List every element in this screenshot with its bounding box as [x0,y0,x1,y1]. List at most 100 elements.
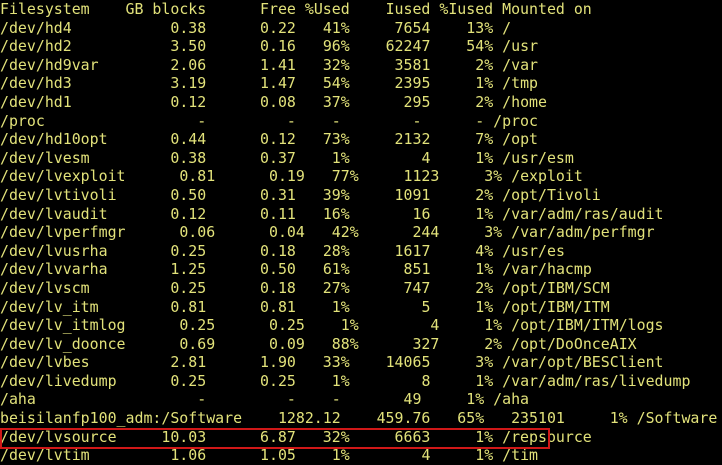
filesystem-cell: /dev/hd1 [0,92,72,111]
filesystem-cell: /dev/lvsource [0,427,117,446]
gb-blocks-cell: - [197,111,207,130]
free-cell: - [286,390,296,409]
filesystem-cell: /dev/lvscm [0,278,90,297]
gb-blocks-cell: 3.50 [170,37,207,56]
free-header: Free [260,0,296,18]
pct-used-cell: 41% [322,18,350,37]
filesystem-cell: /dev/hd10opt [0,130,108,149]
pct-used-cell: 39% [322,185,350,204]
pct-iused-cell: 1% [475,297,494,316]
header-row: Filesystem GB blocks Free %Used Iused %I… [0,0,717,19]
iused-cell: 62247 [385,37,431,56]
free-cell: 0.50 [260,260,296,279]
iused-cell: 6663 [394,427,431,446]
free-cell: 0.11 [260,204,296,223]
pct-used-cell: 27% [322,278,350,297]
pct-iused-cell: 54% [466,37,494,56]
mounted-on-cell: /aha [493,390,530,409]
pct-used-cell: 32% [322,55,350,74]
pct-used-cell: 33% [322,353,350,372]
iused-cell: 7654 [394,18,431,37]
iused-cell: 4 [421,446,431,465]
gb-blocks-cell: 1.25 [170,260,207,279]
filesystem-cell: /dev/lvusrha [0,241,108,260]
table-row: /dev/lvscm 0.25 0.18 27% 747 2% /opt/IBM… [0,279,717,298]
gb-blocks-cell: 0.25 [170,278,207,297]
pct-iused-cell: - [475,111,485,130]
table-row: /dev/lv_doonce 0.69 0.09 88% 327 2% /opt… [0,335,717,354]
pct-used-cell: 96% [322,37,350,56]
table-row: /dev/lvvarha 1.25 0.50 61% 851 1% /var/h… [0,260,717,279]
table-row: /dev/lv_itmlog 0.25 0.25 1% 4 1% /opt/IB… [0,316,717,335]
pct-used-cell: 88% [331,334,359,353]
pct-iused-cell: 1% [475,74,494,93]
free-cell: 0.04 [268,223,305,242]
pct-iused-header: %Iused [439,0,494,18]
mounted-on-cell: /home [502,92,547,111]
free-cell: 0.25 [268,316,305,335]
filesystem-cell: /dev/lvtivoli [0,185,117,204]
free-cell: 0.08 [260,92,296,111]
mounted-on-cell: /exploit [511,167,583,186]
gb-blocks-cell: 1.06 [170,446,207,465]
free-cell: 0.12 [260,130,296,149]
iused-cell: 1123 [403,167,440,186]
gb-blocks-cell: 0.44 [170,130,207,149]
mounted-on-cell: /var/hacmp [502,260,592,279]
iused-cell: 2395 [394,74,431,93]
table-row: /dev/lvexploit 0.81 0.19 77% 1123 3% /ex… [0,167,717,186]
filesystem-cell: /aha [0,390,36,409]
pct-iused-cell: 1% [475,446,494,465]
table-row: /dev/lvaudit 0.12 0.11 16% 16 1% /var/ad… [0,205,717,224]
gb-blocks-cell: 0.81 [170,297,207,316]
table-row: /dev/lvtivoli 0.50 0.31 39% 1091 2% /opt… [0,186,717,205]
filesystem-cell: /dev/lvperfmgr [0,223,126,242]
table-row: /dev/livedump 0.25 0.25 1% 8 1% /var/adm… [0,372,717,391]
pct-iused-cell: 1% [475,427,494,446]
pct-iused-cell: 1% [484,316,503,335]
filesystem-cell: /dev/lvaudit [0,204,108,223]
gb-blocks-cell: 0.38 [170,148,207,167]
mounted-on-cell: /opt/IBM/ITM [502,297,610,316]
free-cell: - [286,111,296,130]
free-cell: 0.81 [260,297,296,316]
filesystem-cell: /proc [0,111,45,130]
mounted-on-cell: /var/adm/ras/livedump [502,371,691,390]
free-cell: 1.41 [260,55,296,74]
mounted-on-cell: /usr/esm [502,148,574,167]
filesystem-cell: beisilanfp100_adm:/Software [0,409,243,428]
iused-cell: 327 [412,334,440,353]
gb-blocks-header: GB blocks [125,0,207,18]
table-row: /dev/hd10opt 0.44 0.12 73% 2132 7% /opt [0,130,717,149]
mounted-on-cell: /opt/IBM/SCM [502,278,610,297]
pct-used-cell: 73% [322,130,350,149]
free-cell: 459.76 [376,409,431,428]
table-row: /dev/lv_itm 0.81 0.81 1% 5 1% /opt/IBM/I… [0,298,717,317]
table-row: /aha - - - 49 1% /aha [0,390,717,409]
pct-used-cell: 28% [322,241,350,260]
pct-iused-cell: 2% [484,334,503,353]
iused-cell: 1091 [394,185,431,204]
filesystem-cell: /dev/lv_itm [0,297,99,316]
mounted-on-cell: /Software [636,409,718,428]
free-cell: 0.25 [260,371,296,390]
gb-blocks-cell: 0.81 [179,167,216,186]
pct-used-cell: 1% [340,316,359,335]
pct-used-cell: 32% [322,427,350,446]
free-cell: 0.37 [260,148,296,167]
iused-cell: 8 [421,371,431,390]
mounted-on-cell: /var/adm/ras/audit [502,204,664,223]
pct-iused-cell: 1% [466,390,485,409]
filesystem-cell: /dev/lvesm [0,148,90,167]
table-row: /dev/hd4 0.38 0.22 41% 7654 13% / [0,19,717,38]
gb-blocks-cell: 0.25 [170,371,207,390]
free-cell: 0.22 [260,18,296,37]
gb-blocks-cell: 0.69 [179,334,216,353]
pct-used-cell: 1% [331,371,350,390]
table-row: /proc - - - - - /proc [0,112,717,131]
mounted-on-cell: /repsource [502,427,592,446]
free-cell: 0.31 [260,185,296,204]
gb-blocks-cell: 0.25 [179,316,216,335]
mounted-on-cell: /tim [502,446,539,465]
iused-cell: 1617 [394,241,431,260]
